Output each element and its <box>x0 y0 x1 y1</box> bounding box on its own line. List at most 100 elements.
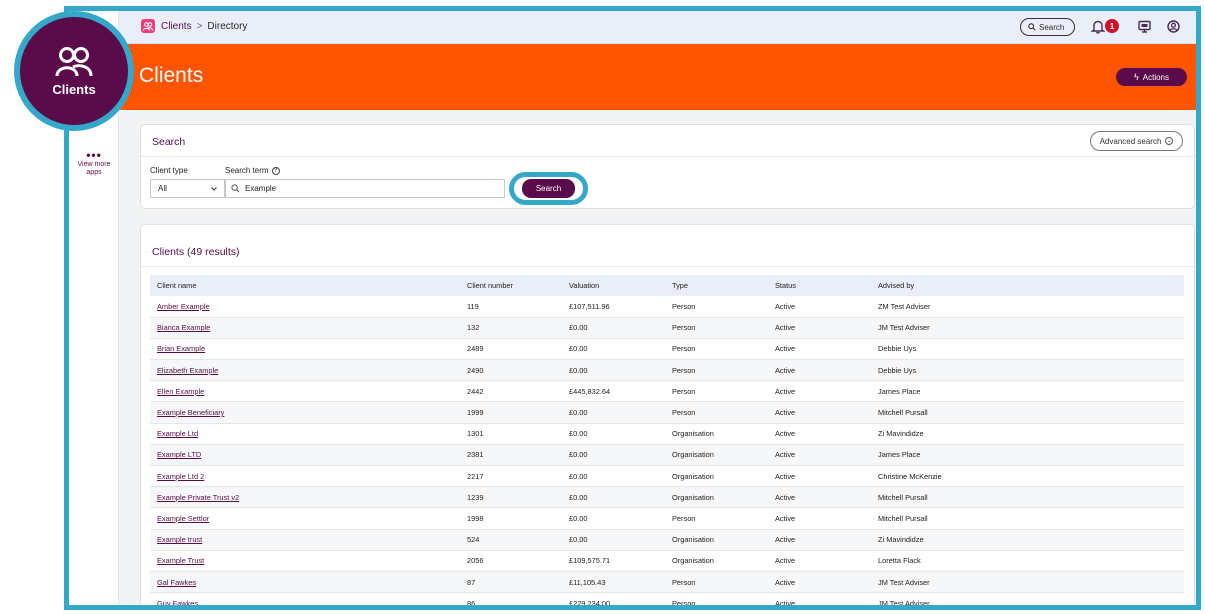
client-name-link[interactable]: Elizabeth Example <box>150 359 460 382</box>
global-search-label: Search <box>1039 22 1065 32</box>
table-cell: Person <box>665 571 768 594</box>
table-cell: Active <box>768 444 871 467</box>
help-icon[interactable]: ? <box>271 166 280 175</box>
search-term-input[interactable]: Example <box>225 179 505 198</box>
client-name-link[interactable]: Ellen Example <box>150 380 460 403</box>
table-cell: £0.00 <box>562 529 665 551</box>
table-row[interactable]: Example Settlor 1998 £0.00 Person Active Mitc… <box>150 507 1184 530</box>
chevron-down-icon <box>211 186 217 191</box>
column-header[interactable]: Advised by <box>871 275 1184 296</box>
table-cell: £11,105.43 <box>562 571 665 594</box>
top-bar: Clients > Directory Search 1 <box>119 11 1196 44</box>
client-name-link[interactable]: Example Ltd <box>150 423 460 445</box>
advanced-search-button[interactable]: Advanced search ⌄ <box>1090 131 1183 151</box>
table-row[interactable]: Example LTD 2381 £0.00 Organisation Active Ja… <box>150 444 1184 467</box>
table-row[interactable]: Example Trust 2056 £109,575.71 Organisation… <box>150 550 1184 572</box>
table-row[interactable]: Guy Fawkes 86 £229,234.00 Person Active JM Te… <box>150 592 1184 605</box>
breadcrumb-clients-link[interactable]: Clients <box>161 21 192 32</box>
table-row[interactable]: Example Ltd 1301 £0.00 Organisation Active Zi… <box>150 423 1184 445</box>
table-cell: £445,832.64 <box>562 380 665 403</box>
account-icon[interactable] <box>1167 20 1180 33</box>
results-card: Clients (49 results) Client name Client … <box>140 224 1195 605</box>
table-cell: Christine McKenzie <box>871 465 1184 488</box>
table-row[interactable]: Example Private Trust v2 1239 £0.00 Organis… <box>150 486 1184 509</box>
table-row[interactable]: Example trust 524 £0.00 Organisation Active Z… <box>150 529 1184 551</box>
table-cell: Active <box>768 401 871 424</box>
client-name-link[interactable]: Example Settlor <box>150 507 460 530</box>
search-icon <box>231 184 240 193</box>
breadcrumb-separator: > <box>196 20 203 32</box>
table-cell: Active <box>768 465 871 488</box>
table-row[interactable]: Amber Example 119 £107,511.96 Person Active Z… <box>150 296 1184 318</box>
table-row[interactable]: Brian Example 2489 £0.00 Person Active Debbie… <box>150 338 1184 361</box>
table-cell: £0.00 <box>562 401 665 424</box>
column-header[interactable]: Status <box>768 275 871 296</box>
monitor-icon[interactable] <box>1138 20 1151 33</box>
table-row[interactable]: Elizabeth Example 2490 £0.00 Person Active De… <box>150 359 1184 382</box>
column-header[interactable]: Client number <box>460 275 562 296</box>
results-title: Clients (49 results) <box>152 246 240 258</box>
table-cell: JM Test Adviser <box>871 317 1184 339</box>
page-header: Clients ϟ Actions <box>119 44 1196 110</box>
table-cell: Person <box>665 359 768 382</box>
client-name-link[interactable]: Example LTD <box>150 444 460 467</box>
table-cell: Loretta Flack <box>871 550 1184 572</box>
clients-icon <box>55 46 93 76</box>
table-cell: 524 <box>460 529 562 551</box>
column-header[interactable]: Valuation <box>562 275 665 296</box>
table-cell: Person <box>665 338 768 361</box>
table-cell: James Place <box>871 444 1184 467</box>
table-cell: 2490 <box>460 359 562 382</box>
client-type-label: Client type <box>150 166 188 175</box>
table-row[interactable]: Bianca Example 132 £0.00 Person Active JM Tes… <box>150 317 1184 339</box>
table-row[interactable]: Gal Fawkes 87 £11,105.43 Person Active JM Tes… <box>150 571 1184 594</box>
table-cell: £109,575.71 <box>562 550 665 572</box>
client-name-link[interactable]: Amber Example <box>150 296 460 318</box>
table-cell: Active <box>768 338 871 361</box>
table-cell: £0.00 <box>562 465 665 488</box>
global-search-button[interactable]: Search <box>1020 18 1075 36</box>
table-cell: £0.00 <box>562 423 665 445</box>
client-name-link[interactable]: Guy Fawkes <box>150 592 460 605</box>
view-more-apps-button[interactable]: ••• View more apps <box>69 149 119 177</box>
table-cell: JM Test Adviser <box>871 571 1184 594</box>
table-cell: £229,234.00 <box>562 592 665 605</box>
client-name-link[interactable]: Example Trust <box>150 550 460 572</box>
notification-badge: 1 <box>1105 19 1119 33</box>
screenshot-stage: ••• View more apps Clients > Directory S… <box>0 0 1205 614</box>
clients-app-button[interactable]: Clients <box>20 17 128 125</box>
chevron-circle-icon: ⌄ <box>1165 137 1174 145</box>
table-cell: Person <box>665 317 768 339</box>
client-name-link[interactable]: Example Beneficiary <box>150 401 460 424</box>
table-cell: 132 <box>460 317 562 339</box>
client-name-link[interactable]: Example Ltd 2 <box>150 465 460 488</box>
page-title: Clients <box>139 64 204 87</box>
search-button[interactable]: Search <box>522 179 575 198</box>
client-name-link[interactable]: Example trust <box>150 529 460 551</box>
table-cell: Active <box>768 507 871 530</box>
client-type-select[interactable]: All <box>150 179 225 198</box>
table-cell: 2381 <box>460 444 562 467</box>
table-cell: Person <box>665 380 768 403</box>
actions-button[interactable]: ϟ Actions <box>1116 68 1187 86</box>
table-row[interactable]: Ellen Example 2442 £445,832.64 Person Active… <box>150 380 1184 403</box>
clients-icon <box>141 19 155 33</box>
client-name-link[interactable]: Example Private Trust v2 <box>150 486 460 509</box>
table-cell: £0.00 <box>562 444 665 467</box>
search-icon <box>1028 23 1036 31</box>
table-cell: James Place <box>871 380 1184 403</box>
table-row[interactable]: Example Beneficiary 1999 £0.00 Person Active… <box>150 401 1184 424</box>
actions-label: Actions <box>1142 72 1169 82</box>
column-header[interactable]: Client name <box>150 275 460 296</box>
table-cell: 86 <box>460 592 562 605</box>
client-name-link[interactable]: Brian Example <box>150 338 460 361</box>
client-name-link[interactable]: Bianca Example <box>150 317 460 339</box>
table-cell: Organisation <box>665 529 768 551</box>
table-header-row: Client name Client number Valuation Type… <box>150 275 1184 296</box>
client-name-link[interactable]: Gal Fawkes <box>150 571 460 594</box>
table-cell: Zi Mavindidze <box>871 423 1184 445</box>
bell-icon[interactable] <box>1091 19 1105 34</box>
table-row[interactable]: Example Ltd 2 2217 £0.00 Organisation Active… <box>150 465 1184 488</box>
column-header[interactable]: Type <box>665 275 768 296</box>
table-cell: JM Test Adviser <box>871 592 1184 605</box>
